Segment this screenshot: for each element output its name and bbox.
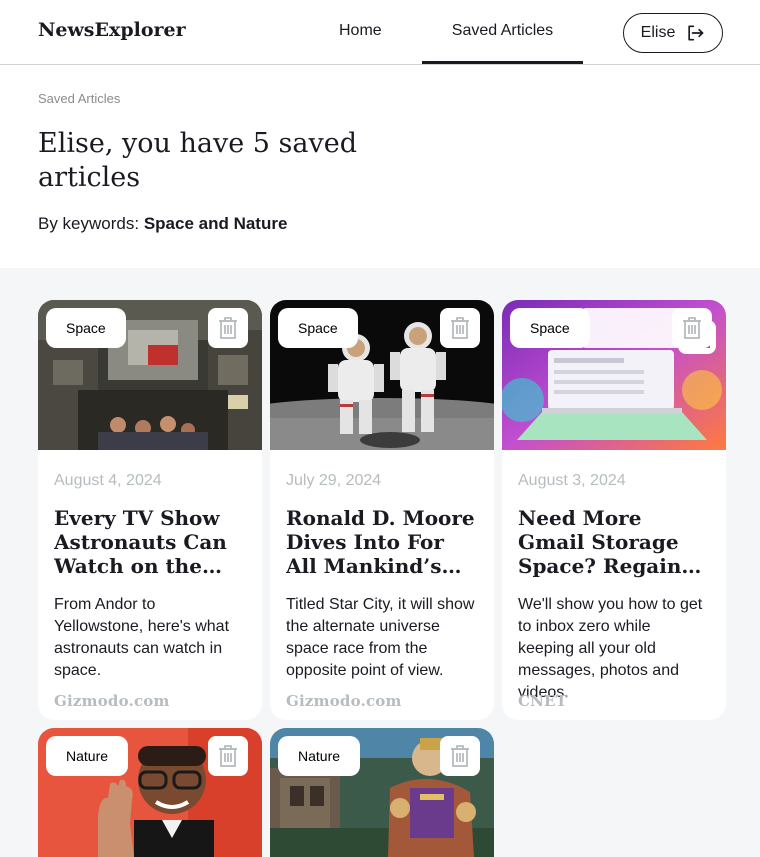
article-card[interactable]: Space August 3, 2024 Need More Gmail Sto… xyxy=(502,300,726,720)
site-logo[interactable]: NewsExplorer xyxy=(38,19,186,41)
delete-article-button[interactable] xyxy=(440,736,480,776)
article-card[interactable]: Nature xyxy=(270,728,494,857)
logout-icon xyxy=(688,25,704,41)
delete-article-button[interactable] xyxy=(208,308,248,348)
article-card[interactable]: Space July 29, 2024 Ronald D. Moore Dive… xyxy=(270,300,494,720)
article-source: Gizmodo.com xyxy=(286,692,402,710)
keywords-summary: By keywords: Space and Nature xyxy=(38,214,287,234)
delete-article-button[interactable] xyxy=(208,736,248,776)
article-card[interactable]: Nature xyxy=(38,728,262,857)
user-name: Elise xyxy=(640,24,676,41)
trash-icon xyxy=(683,317,701,339)
keyword-tag: Nature xyxy=(46,736,129,776)
article-description: Titled Star City, it will show the alter… xyxy=(286,596,475,679)
delete-article-button[interactable] xyxy=(672,308,712,348)
delete-article-button[interactable] xyxy=(440,308,480,348)
article-date: July 29, 2024 xyxy=(286,472,382,489)
trash-icon xyxy=(451,745,469,767)
saved-articles-section: Space August 4, 2024 Every TV Show Astro… xyxy=(0,268,760,857)
article-title[interactable]: Need More Gmail Storage Space? Regain 15… xyxy=(518,506,710,578)
trash-icon xyxy=(219,745,237,767)
keywords-list: Space and Nature xyxy=(143,214,288,233)
site-header: NewsExplorer Home Saved Articles Elise xyxy=(0,0,760,65)
user-logout-button[interactable]: Elise xyxy=(623,13,723,53)
article-description: From Andor to Yellowstone, here's what a… xyxy=(54,596,230,679)
trash-icon xyxy=(451,317,469,339)
article-card[interactable]: Space August 4, 2024 Every TV Show Astro… xyxy=(38,300,262,720)
trash-icon xyxy=(219,317,237,339)
keyword-tag: Space xyxy=(510,308,590,348)
keyword-tag: Nature xyxy=(278,736,361,776)
article-source: Gizmodo.com xyxy=(54,692,170,710)
article-title[interactable]: Every TV Show Astronauts Can Watch on th… xyxy=(54,506,246,578)
active-nav-indicator xyxy=(422,61,583,64)
keywords-prefix: By keywords: xyxy=(38,214,144,233)
nav-home-link[interactable]: Home xyxy=(339,22,382,40)
article-description: We'll show you how to get to inbox zero … xyxy=(518,596,703,701)
article-date: August 3, 2024 xyxy=(518,472,626,489)
nav-saved-articles-link[interactable]: Saved Articles xyxy=(422,0,583,65)
keyword-tag: Space xyxy=(46,308,126,348)
keyword-tag: Space xyxy=(278,308,358,348)
article-title[interactable]: Ronald D. Moore Dives Into For All Manki… xyxy=(286,506,478,578)
article-source: CNET xyxy=(518,692,568,710)
article-date: August 4, 2024 xyxy=(54,472,162,489)
page-title: Elise, you have 5 saved articles xyxy=(38,128,357,193)
page-label: Saved Articles xyxy=(38,91,121,106)
